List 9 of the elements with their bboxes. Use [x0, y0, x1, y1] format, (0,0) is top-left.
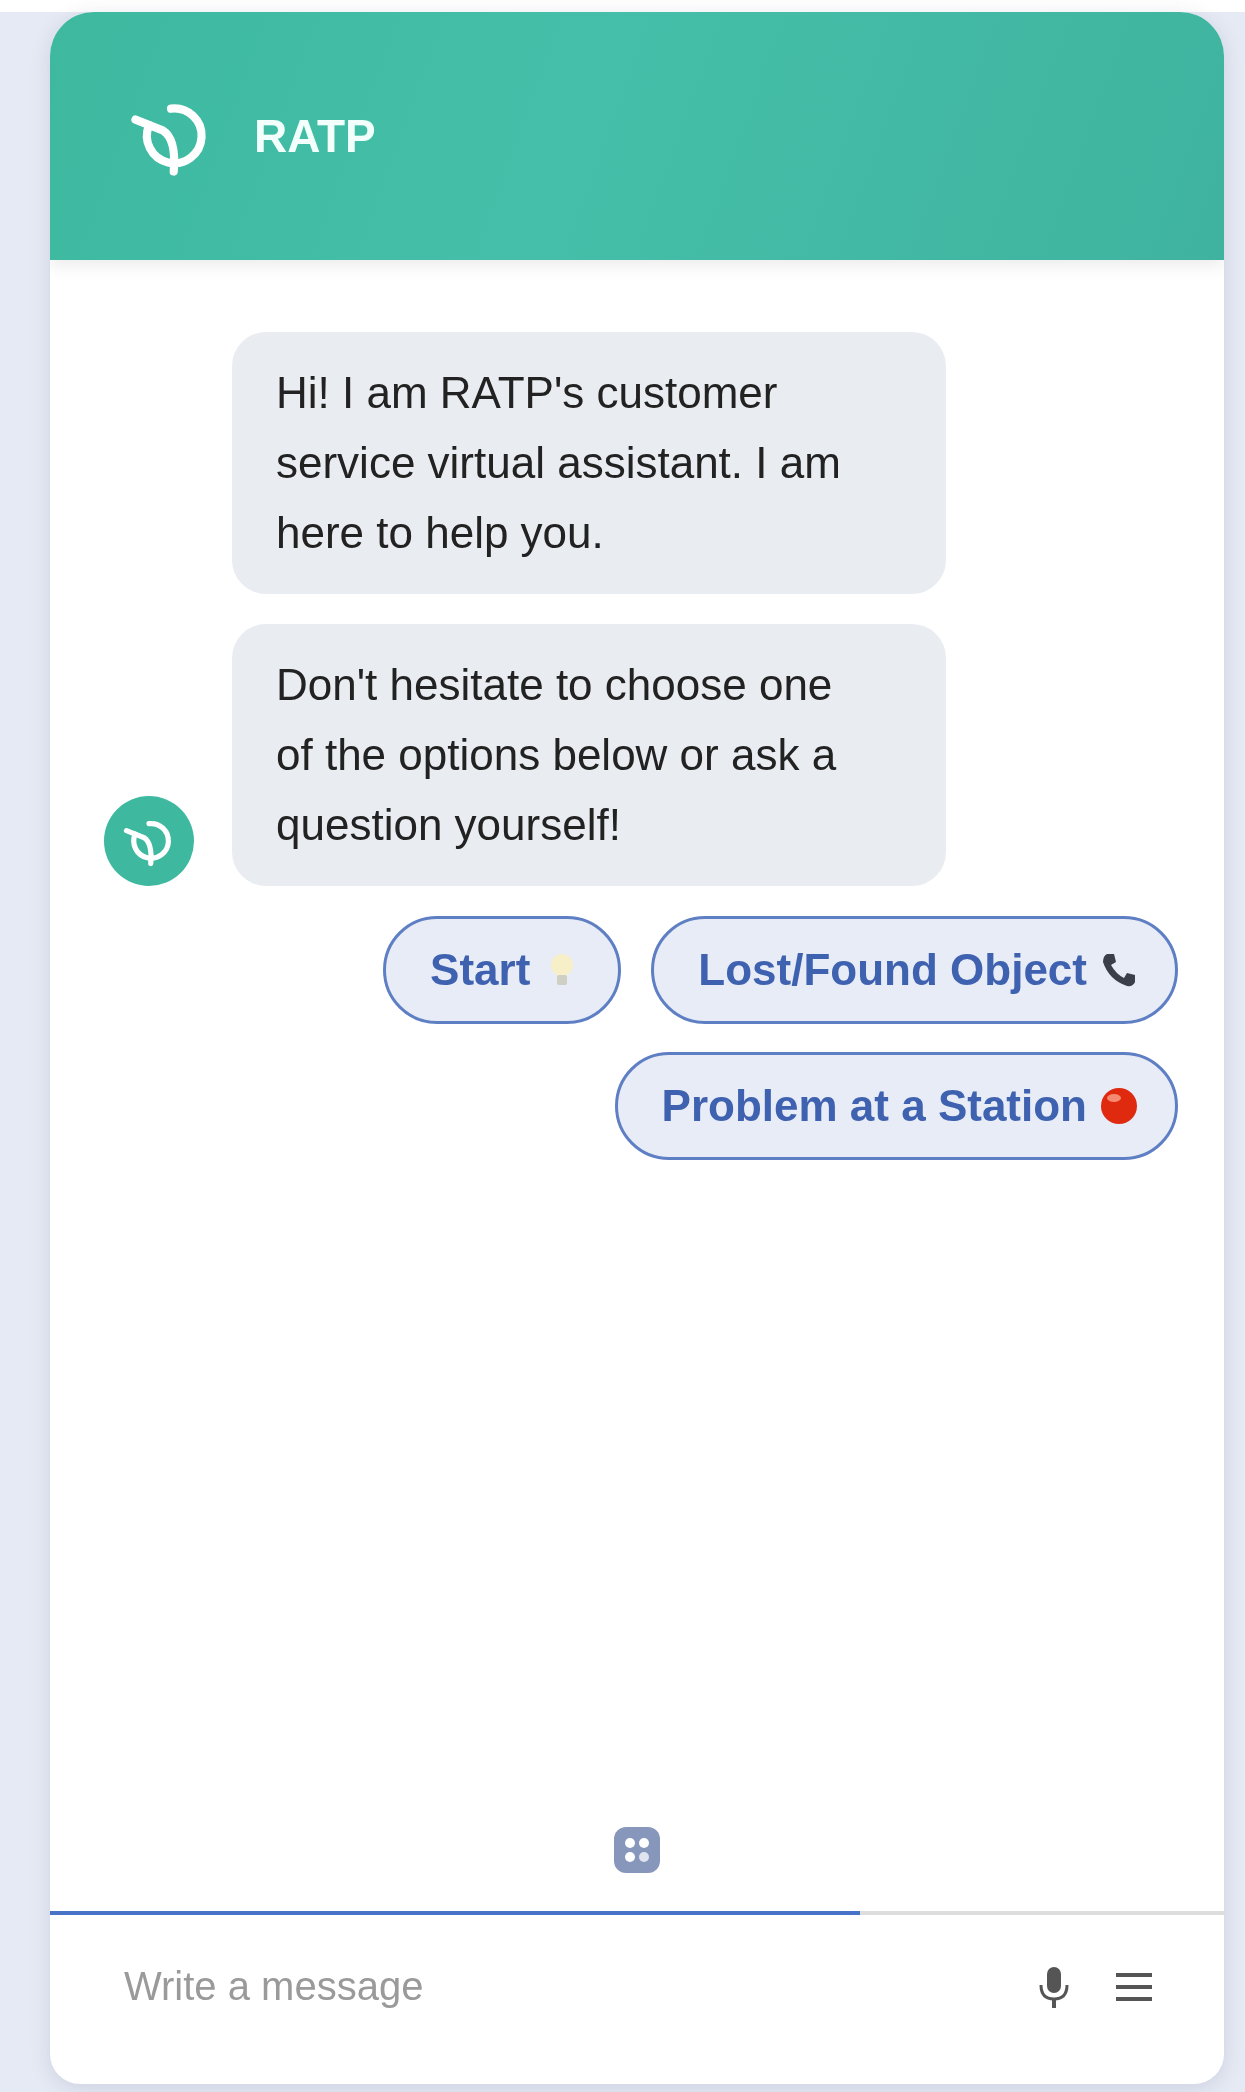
- message-bubble: Hi! I am RATP's customer service virtual assistant. I am here to help you.: [232, 332, 946, 594]
- widget-icon[interactable]: [612, 1825, 662, 1875]
- quick-reply-button[interactable]: Lost/Found Object: [651, 916, 1178, 1024]
- quick-reply-button[interactable]: Start: [383, 916, 622, 1024]
- header-title: RATP: [254, 109, 376, 163]
- quick-reply-button[interactable]: Problem at a Station: [614, 1052, 1178, 1160]
- message-bubble: Don't hesitate to choose one of the options below or ask a question yourself!: [232, 624, 946, 886]
- dot-icon: [1099, 1086, 1139, 1126]
- message-input[interactable]: Write a message: [122, 1963, 994, 2010]
